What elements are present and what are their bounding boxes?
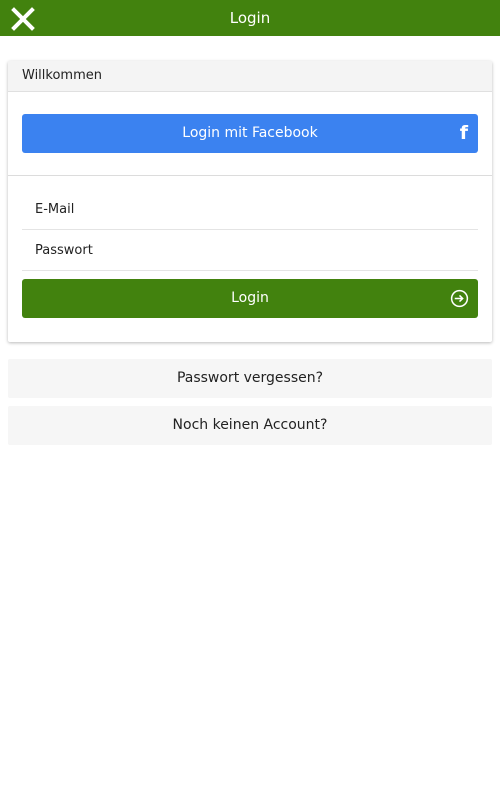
sign-in-icon (450, 289, 469, 308)
card-title: Willkommen (22, 68, 102, 83)
register-button[interactable]: Noch keinen Account? (8, 406, 492, 445)
password-field[interactable] (22, 231, 478, 271)
forgot-password-label: Passwort vergessen? (176, 370, 324, 386)
email-field[interactable] (22, 190, 478, 230)
login-button-label: Login (231, 290, 269, 306)
login-card: Willkommen Login mit Facebook f Login (8, 61, 492, 342)
forgot-password-button[interactable]: Passwort vergessen? (8, 359, 492, 398)
top-bar: Login (0, 0, 500, 36)
divider (8, 175, 492, 176)
facebook-login-button[interactable]: Login mit Facebook f (22, 114, 478, 153)
register-label: Noch keinen Account? (172, 417, 328, 433)
login-button[interactable]: Login (22, 279, 478, 318)
facebook-login-label: Login mit Facebook (182, 125, 318, 141)
page-title: Login (229, 9, 271, 27)
card-header: Willkommen (8, 61, 492, 92)
facebook-icon: f (459, 122, 468, 144)
